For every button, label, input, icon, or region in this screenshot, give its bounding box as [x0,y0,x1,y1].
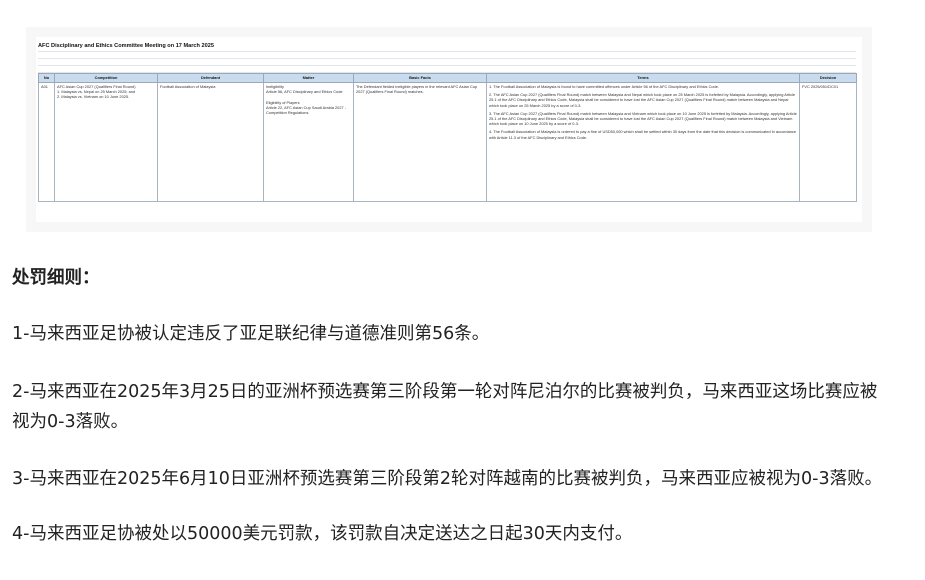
penalty-heading: 处罚细则： [12,268,100,288]
header-matter: Matter [263,73,354,83]
table-header-row: No Competition Defendant Matter Basic Fa… [38,73,857,83]
cell-no: A01 [38,82,55,202]
penalty-item-2-cont: 视为0-3落败。 [12,412,129,432]
cell-defendant: Football Association of Malaysia [157,82,264,202]
penalty-item-4: 4-马来西亚足协被处以50000美元罚款，该罚款自决定送达之日起30天内支付。 [12,524,633,544]
cell-terms: 1. The Football Association of Malaysia … [486,82,800,202]
header-defendant: Defendant [157,73,264,83]
term-1: 1. The Football Association of Malaysia … [489,84,719,89]
term-3: 3. The AFC Asian Cup 2027 (Qualifiers Fi… [489,110,797,127]
table-row: A01 AFC Asian Cup 2027 (Qualifiers Final… [38,82,857,202]
header-no: No [38,73,55,83]
penalty-item-1: 1-马来西亚足协被认定违反了亚足联纪律与道德准则第56条。 [12,324,490,344]
penalty-item-2: 2-马来西亚在2025年3月25日的亚洲杯预选赛第三阶段第一轮对阵尼泊尔的比赛被… [12,382,878,402]
header-terms: Terms [486,73,800,83]
spreadsheet-page: AFC Disciplinary and Ethics Committee Me… [36,37,862,222]
decision-table: No Competition Defendant Matter Basic Fa… [38,73,857,202]
term-4: 4. The Football Association of Malaysia … [489,129,797,140]
term-2: 2. The AFC Asian Cup 2027 (Qualifiers Fi… [489,92,796,108]
empty-grid-rows [38,51,856,73]
header-competition: Competition [54,73,158,83]
cell-competition: AFC Asian Cup 2027 (Qualifiers Final Rou… [54,82,158,202]
cell-decision: FVC 2025/051/DC01 [799,82,857,202]
header-decision: Decision [799,73,857,83]
cell-matter: Ineligibility Article 56, AFC Disciplina… [263,82,354,202]
header-basic-facts: Basic Facts [353,73,487,83]
cell-basic-facts: The Defendant fielded ineligible players… [353,82,487,202]
document-screenshot: AFC Disciplinary and Ethics Committee Me… [26,27,872,232]
sheet-title: AFC Disciplinary and Ethics Committee Me… [38,43,214,49]
penalty-item-3: 3-马来西亚在2025年6月10日亚洲杯预选赛第三阶段第2轮对阵越南的比赛被判负… [12,469,883,489]
